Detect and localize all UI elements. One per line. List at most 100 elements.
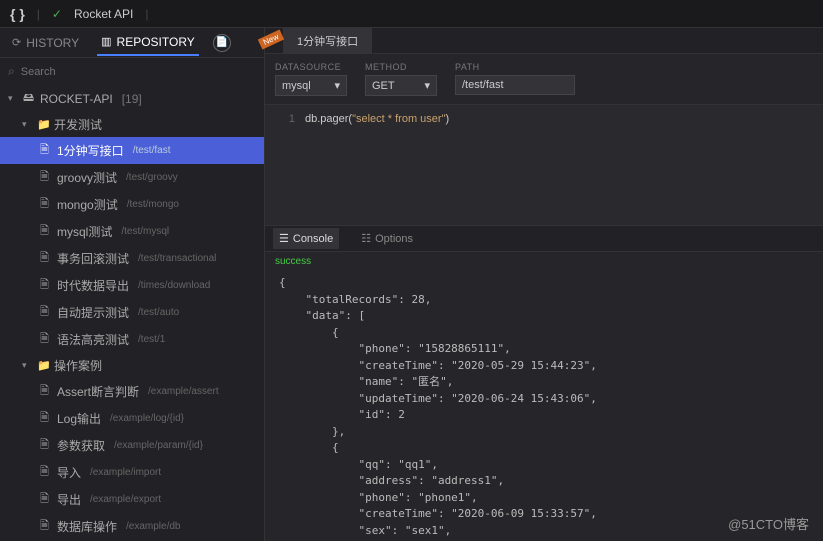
folder-icon: 📁 — [37, 118, 49, 131]
api-label: 自动提示测试 — [57, 304, 129, 321]
search-bar: ⌕ — [0, 58, 264, 85]
api-item[interactable]: 🗎 数据库操作/example/db — [0, 513, 264, 540]
datasource-select[interactable]: mysql▾ — [275, 75, 347, 96]
file-icon: 🗎 — [40, 249, 52, 268]
list-icon: ☰ — [279, 232, 289, 245]
api-label: mysql测试 — [57, 223, 112, 240]
file-icon: 🗎 — [40, 141, 52, 160]
line-gutter: 1 — [265, 113, 305, 217]
topbar: { } | ✓ Rocket API | — [0, 0, 823, 28]
api-label: 1分钟写接口 — [57, 142, 124, 159]
api-label: 数据库操作 — [57, 518, 117, 535]
api-label: 导出 — [57, 491, 81, 508]
folder-icon: ▥ — [101, 35, 111, 48]
api-label: 参数获取 — [57, 437, 105, 454]
api-label: 导入 — [57, 464, 81, 481]
chevron-down-icon: ▾ — [334, 79, 340, 92]
file-icon: 🗎 — [40, 222, 52, 241]
api-label: 语法高亮测试 — [57, 331, 129, 348]
api-item[interactable]: 🗎时代数据导出/times/download — [0, 272, 264, 299]
sidebar-tabs: ⟳HISTORY ▥REPOSITORY 📄 — [0, 28, 264, 58]
api-path: /test/transactional — [138, 253, 216, 264]
api-path: /test/auto — [138, 307, 179, 318]
watermark: @51CTO博客 — [728, 514, 809, 533]
api-tree: ▾ 🖴 ROCKET-API [19] ▾📁开发测试🗎1分钟写接口/test/f… — [0, 85, 264, 541]
sidebar: ⟳HISTORY ▥REPOSITORY 📄 ⌕ ▾ 🖴 ROCKET-API … — [0, 28, 265, 541]
api-item[interactable]: 🗎 1分钟写接口/test/fast — [0, 137, 264, 164]
file-icon: 🗎 — [40, 330, 52, 349]
tab-console[interactable]: ☰Console — [273, 228, 339, 249]
api-path: /test/groovy — [126, 172, 178, 183]
api-path: /example/import — [90, 467, 161, 478]
api-item[interactable]: 🗎 Assert断言判断/example/assert — [0, 378, 264, 405]
api-path: /example/param/{id} — [114, 440, 203, 451]
code-line: db.pager("select * from user") — [305, 113, 449, 217]
api-item[interactable]: 🗎 groovy测试/test/groovy — [0, 164, 264, 191]
method-label: METHOD — [365, 62, 437, 72]
api-item[interactable]: 🗎 自动提示测试/test/auto — [0, 299, 264, 326]
caret-down-icon: ▾ — [8, 93, 18, 104]
search-input[interactable] — [21, 66, 256, 78]
results-panel: ☰Console ☷Options success { "totalRecord… — [265, 225, 823, 541]
api-label: 时代数据导出 — [57, 277, 129, 294]
api-item[interactable]: 🗎 mysql测试/test/mysql — [0, 218, 264, 245]
path-label: PATH — [455, 62, 575, 72]
api-path: /example/log/{id} — [110, 413, 184, 424]
api-item[interactable]: 🗎mongo测试/test/mongo — [0, 191, 264, 218]
api-label: 事务回滚测试 — [57, 250, 129, 267]
folder-node[interactable]: ▾📁开发测试 — [0, 112, 264, 137]
file-icon: 🗎 — [40, 276, 52, 295]
api-path: /example/db — [126, 521, 180, 532]
editor-tabs: New 1分钟写接口 — [265, 28, 823, 54]
api-item[interactable]: 🗎Log输出/example/log/{id} — [0, 405, 264, 432]
datasource-label: DATASOURCE — [275, 62, 347, 72]
app-logo: { } — [10, 6, 25, 22]
clock-icon: ⟳ — [12, 36, 21, 49]
api-path: /example/assert — [148, 386, 219, 397]
api-label: groovy测试 — [57, 169, 117, 186]
root-node[interactable]: ▾ 🖴 ROCKET-API [19] — [0, 85, 264, 112]
api-label: Assert断言判断 — [57, 383, 139, 400]
file-icon: 🗎 — [40, 463, 52, 482]
file-icon: 🗎 — [40, 517, 52, 536]
add-button[interactable]: 📄 — [213, 34, 231, 52]
path-input[interactable]: /test/fast — [455, 75, 575, 95]
chevron-down-icon: ▾ — [424, 79, 430, 92]
request-params: DATASOURCE mysql▾ METHOD GET▾ PATH /test… — [265, 54, 823, 105]
app-title: Rocket API — [74, 7, 133, 21]
json-output[interactable]: { "totalRecords": 28, "data": [ { "phone… — [265, 271, 823, 541]
sliders-icon: ☷ — [361, 232, 371, 245]
file-icon: 🗎 — [40, 195, 52, 214]
search-icon: ⌕ — [8, 64, 15, 79]
api-item[interactable]: 🗎 参数获取/example/param/{id} — [0, 432, 264, 459]
api-item[interactable]: 🗎 导入/example/import — [0, 459, 264, 486]
api-label: Log输出 — [57, 410, 101, 427]
tab-options[interactable]: ☷Options — [355, 228, 419, 249]
file-icon: 🗎 — [40, 436, 52, 455]
method-select[interactable]: GET▾ — [365, 75, 437, 96]
api-item[interactable]: 🗎 导出/example/export — [0, 486, 264, 513]
api-path: /test/mongo — [127, 199, 179, 210]
separator: | — [37, 7, 40, 21]
status-text: success — [265, 252, 823, 271]
editor-tab[interactable]: 1分钟写接口 — [283, 28, 373, 54]
file-icon: 🗎 — [40, 168, 52, 187]
api-item[interactable]: 🗎 事务回滚测试/test/transactional — [0, 245, 264, 272]
code-editor[interactable]: 1 db.pager("select * from user") — [265, 105, 823, 225]
api-path: /test/fast — [133, 145, 171, 156]
folder-node[interactable]: ▾📁操作案例 — [0, 353, 264, 378]
check-icon: ✓ — [52, 7, 62, 21]
api-path: /example/export — [90, 494, 161, 505]
file-icon: 🗎 — [40, 382, 52, 401]
separator: | — [145, 7, 148, 21]
file-icon: 🗎 — [40, 303, 52, 322]
tab-history[interactable]: ⟳HISTORY — [8, 31, 83, 55]
result-tabs: ☰Console ☷Options — [265, 226, 823, 252]
api-path: /test/mysql — [121, 226, 169, 237]
caret-down-icon: ▾ — [22, 119, 32, 130]
content-pane: New 1分钟写接口 DATASOURCE mysql▾ METHOD GET▾… — [265, 28, 823, 541]
tab-repository[interactable]: ▥REPOSITORY — [97, 30, 199, 56]
api-item[interactable]: 🗎语法高亮测试/test/1 — [0, 326, 264, 353]
file-icon: 🗎 — [40, 490, 52, 509]
caret-down-icon: ▾ — [22, 360, 32, 371]
